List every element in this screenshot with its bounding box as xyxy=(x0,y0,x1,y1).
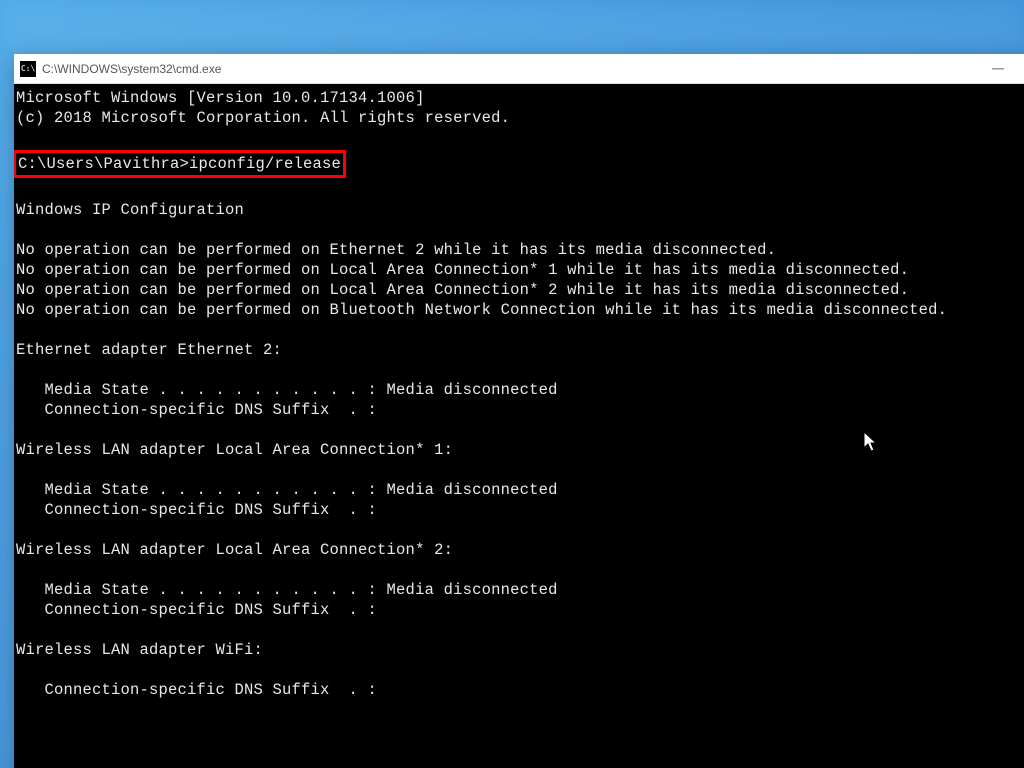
version-line: Microsoft Windows [Version 10.0.17134.10… xyxy=(16,88,1022,108)
adapter-detail: Connection-specific DNS Suffix . : xyxy=(16,680,1022,700)
noop-line: No operation can be performed on Local A… xyxy=(16,260,1022,280)
blank-line xyxy=(16,460,1022,480)
adapter-detail: Connection-specific DNS Suffix . : xyxy=(16,500,1022,520)
blank-line xyxy=(16,420,1022,440)
minimize-button[interactable] xyxy=(975,54,1020,84)
prompt-command: C:\Users\Pavithra>ipconfig/release xyxy=(18,155,341,173)
copyright-line: (c) 2018 Microsoft Corporation. All righ… xyxy=(16,108,1022,128)
blank-line xyxy=(16,360,1022,380)
blank-line xyxy=(16,320,1022,340)
blank-line xyxy=(16,180,1022,200)
adapter-title: Ethernet adapter Ethernet 2: xyxy=(16,340,1022,360)
adapter-detail: Connection-specific DNS Suffix . : xyxy=(16,400,1022,420)
blank-line xyxy=(16,128,1022,148)
window-title: C:\WINDOWS\system32\cmd.exe xyxy=(42,62,975,76)
title-bar[interactable]: C:\ C:\WINDOWS\system32\cmd.exe xyxy=(14,54,1024,84)
cmd-icon: C:\ xyxy=(20,61,36,77)
blank-line xyxy=(16,520,1022,540)
adapter-detail: Media State . . . . . . . . . . . : Medi… xyxy=(16,380,1022,400)
command-highlight: C:\Users\Pavithra>ipconfig/release xyxy=(14,150,346,178)
blank-line xyxy=(16,220,1022,240)
noop-line: No operation can be performed on Local A… xyxy=(16,280,1022,300)
blank-line xyxy=(16,660,1022,680)
noop-line: No operation can be performed on Etherne… xyxy=(16,240,1022,260)
adapter-title: Wireless LAN adapter Local Area Connecti… xyxy=(16,540,1022,560)
terminal-output[interactable]: Microsoft Windows [Version 10.0.17134.10… xyxy=(14,84,1024,768)
minimize-icon xyxy=(992,68,1004,70)
adapter-title: Wireless LAN adapter Local Area Connecti… xyxy=(16,440,1022,460)
cmd-icon-label: C:\ xyxy=(21,64,35,73)
adapter-detail: Media State . . . . . . . . . . . : Medi… xyxy=(16,480,1022,500)
noop-line: No operation can be performed on Bluetoo… xyxy=(16,300,1022,320)
blank-line xyxy=(16,620,1022,640)
adapter-detail: Connection-specific DNS Suffix . : xyxy=(16,600,1022,620)
ip-config-heading: Windows IP Configuration xyxy=(16,200,1022,220)
adapter-detail: Media State . . . . . . . . . . . : Medi… xyxy=(16,580,1022,600)
blank-line xyxy=(16,560,1022,580)
adapter-title: Wireless LAN adapter WiFi: xyxy=(16,640,1022,660)
cmd-window: C:\ C:\WINDOWS\system32\cmd.exe Microsof… xyxy=(14,54,1024,768)
